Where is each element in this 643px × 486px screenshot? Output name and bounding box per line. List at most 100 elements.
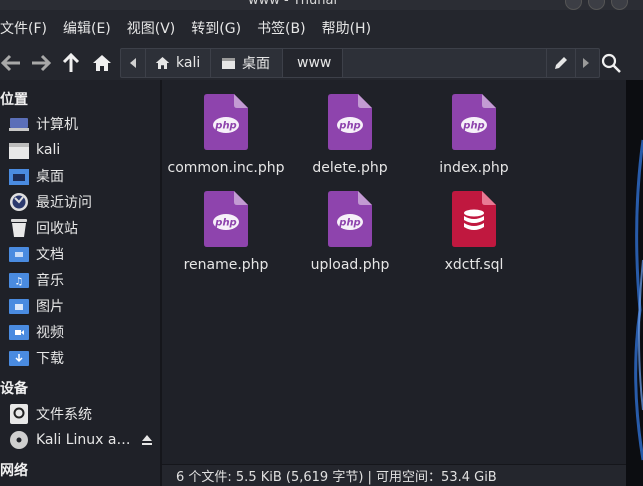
file-item-rename-php[interactable]: php rename.php xyxy=(166,191,286,273)
crumb-prev-button[interactable] xyxy=(121,49,146,77)
pictures-folder-icon xyxy=(8,296,30,316)
arrow-up-icon xyxy=(62,53,80,72)
crumb-label: www xyxy=(297,55,332,71)
sidebar-item-label: 文档 xyxy=(36,247,64,263)
file-item-upload-php[interactable]: php upload.php xyxy=(290,191,410,273)
sidebar-item-label: 文件系统 xyxy=(36,407,92,423)
sidebar-item-label: 下载 xyxy=(36,351,64,367)
file-name: xdctf.sql xyxy=(444,257,504,273)
sidebar-item-label: 计算机 xyxy=(36,117,78,133)
file-name: common.inc.php xyxy=(167,160,285,176)
menu-view[interactable]: 视图(V) xyxy=(127,18,184,38)
desktop-icon xyxy=(222,57,235,69)
php-file-icon: php xyxy=(452,94,496,150)
crumb-kali[interactable]: kali xyxy=(145,49,211,77)
file-name: delete.php xyxy=(312,160,388,176)
menu-edit[interactable]: 编辑(E) xyxy=(63,18,119,38)
window-title: www - Thunar xyxy=(248,0,339,8)
sidebar-item-label: Kali Linux a… xyxy=(36,432,131,448)
file-item-common-inc-php[interactable]: php common.inc.php xyxy=(166,94,286,176)
svg-text:♫: ♫ xyxy=(15,277,24,288)
sidebar-item-filesystem[interactable]: 文件系统 xyxy=(8,403,158,425)
pencil-icon xyxy=(555,57,567,69)
file-item-delete-php[interactable]: php delete.php xyxy=(290,94,410,176)
menu-bookmarks[interactable]: 书签(B) xyxy=(257,18,314,38)
php-file-icon: php xyxy=(328,191,372,247)
menu-file[interactable]: 文件(F) xyxy=(0,18,55,38)
sidebar: 位置 计算机 kali 桌面 最近访问 回收站 文档 ♫ 音乐 图片 视频 下载… xyxy=(0,80,160,486)
arrow-left-icon xyxy=(1,54,20,72)
file-name: rename.php xyxy=(183,257,269,273)
location-bar[interactable]: kali 桌面 www xyxy=(120,48,600,78)
documents-folder-icon xyxy=(8,244,30,264)
home-icon xyxy=(93,55,111,71)
home-button[interactable] xyxy=(91,52,113,74)
php-file-icon: php xyxy=(204,191,248,247)
arrow-right-icon xyxy=(32,54,51,72)
crumb-label: 桌面 xyxy=(242,56,270,72)
desktop-folder-icon xyxy=(8,166,30,186)
menu-help[interactable]: 帮助(H) xyxy=(322,18,379,38)
sidebar-item-label: 图片 xyxy=(36,299,64,315)
trash-icon xyxy=(8,218,30,238)
svg-text:php: php xyxy=(338,121,360,132)
eject-icon xyxy=(141,435,152,445)
php-file-icon: php xyxy=(204,94,248,150)
sidebar-item-recent[interactable]: 最近访问 xyxy=(8,191,158,213)
title-bar: www - Thunar xyxy=(0,0,643,10)
sidebar-item-music[interactable]: ♫ 音乐 xyxy=(8,269,158,291)
back-button[interactable] xyxy=(0,52,22,74)
sidebar-item-videos[interactable]: 视频 xyxy=(8,321,158,343)
database-file-icon xyxy=(452,191,496,247)
crumb-www[interactable]: www xyxy=(283,49,343,77)
file-view[interactable]: php common.inc.php php delete.php php in… xyxy=(162,80,626,464)
menu-bar: 文件(F) 编辑(E) 视图(V) 转到(G) 书签(B) 帮助(H) xyxy=(0,10,643,46)
svg-text:php: php xyxy=(338,218,360,229)
sidebar-item-trash[interactable]: 回收站 xyxy=(8,217,158,239)
sidebar-item-downloads[interactable]: 下载 xyxy=(8,347,158,369)
sidebar-item-kali[interactable]: kali xyxy=(8,139,158,161)
sidebar-item-documents[interactable]: 文档 xyxy=(8,243,158,265)
music-folder-icon: ♫ xyxy=(8,270,30,290)
edit-location-button[interactable] xyxy=(546,49,576,77)
downloads-folder-icon xyxy=(8,348,30,368)
sidebar-item-label: 桌面 xyxy=(36,169,64,185)
status-text: 6 个文件: 5.5 KiB (5,619 字节) | 可用空间：53.4 Gi… xyxy=(176,470,497,485)
menu-go[interactable]: 转到(G) xyxy=(191,18,249,38)
close-button[interactable] xyxy=(611,0,628,10)
computer-icon xyxy=(8,114,30,134)
file-item-index-php[interactable]: php index.php xyxy=(414,94,534,176)
crumb-next-button[interactable] xyxy=(574,49,598,77)
network-header: 网络 xyxy=(0,463,28,479)
minimize-button[interactable] xyxy=(565,0,582,10)
file-item-xdctf-sql[interactable]: xdctf.sql xyxy=(414,191,534,273)
chevron-right-icon xyxy=(583,58,589,68)
sidebar-item-computer[interactable]: 计算机 xyxy=(8,113,158,135)
svg-text:php: php xyxy=(214,218,236,229)
sidebar-item-label: 回收站 xyxy=(36,221,78,237)
places-header: 位置 xyxy=(0,92,28,108)
disc-icon xyxy=(8,430,30,450)
recent-icon xyxy=(8,192,30,212)
svg-text:php: php xyxy=(462,121,484,132)
sidebar-item-label: 视频 xyxy=(36,325,64,341)
crumb-label: kali xyxy=(176,55,201,71)
status-bar: 6 个文件: 5.5 KiB (5,619 字节) | 可用空间：53.4 Gi… xyxy=(162,464,626,486)
filesystem-icon xyxy=(8,404,30,424)
sidebar-item-pictures[interactable]: 图片 xyxy=(8,295,158,317)
videos-folder-icon xyxy=(8,322,30,342)
sidebar-item-desktop[interactable]: 桌面 xyxy=(8,165,158,187)
crumb-desktop[interactable]: 桌面 xyxy=(211,49,283,77)
eject-button[interactable] xyxy=(141,434,153,446)
sidebar-item-kali-disc[interactable]: Kali Linux a… xyxy=(8,429,158,451)
sidebar-item-label: kali xyxy=(36,142,61,158)
search-button[interactable] xyxy=(600,52,622,74)
php-file-icon: php xyxy=(328,94,372,150)
home-folder-icon xyxy=(8,140,30,160)
search-icon xyxy=(601,53,621,73)
up-button[interactable] xyxy=(60,52,82,74)
home-icon xyxy=(155,57,170,69)
forward-button[interactable] xyxy=(30,52,52,74)
sidebar-item-label: 最近访问 xyxy=(36,195,92,211)
maximize-button[interactable] xyxy=(588,0,605,10)
